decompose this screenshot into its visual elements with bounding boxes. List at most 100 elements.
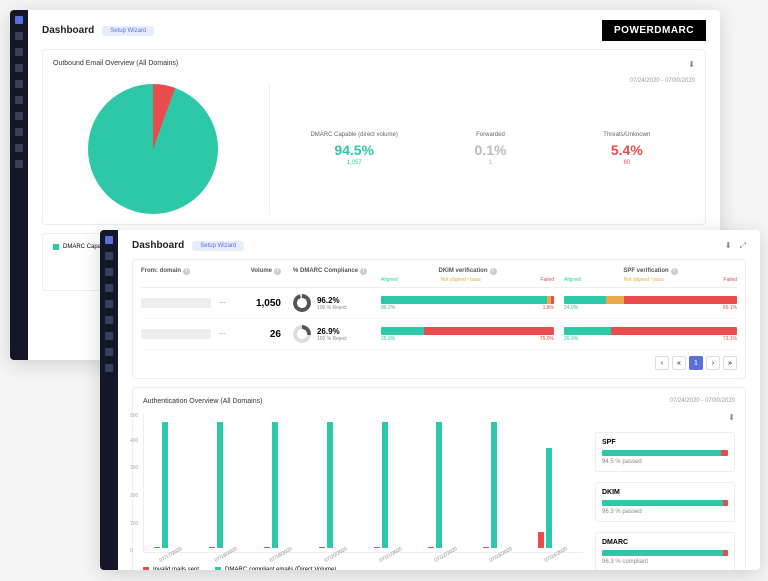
sidebar-item[interactable]: [105, 268, 113, 276]
download-icon[interactable]: ⬇: [688, 60, 695, 69]
bar: [209, 547, 215, 548]
bar-group: 07/19/2020: [264, 417, 299, 548]
sidebar: [100, 230, 118, 570]
domain-redacted: [141, 329, 211, 339]
dkim-stat: DKIM 96.3 % passed: [595, 482, 735, 522]
sidebar-item[interactable]: [105, 348, 113, 356]
expand-icon[interactable]: ⤢: [740, 241, 746, 251]
sidebar-item[interactable]: [15, 144, 23, 152]
page-title: Dashboard: [132, 240, 184, 251]
x-tick-label: 07/17/2020: [159, 546, 184, 564]
sidebar-item[interactable]: [15, 48, 23, 56]
chart-legend: Invalid mails sent DMARC compliant email…: [143, 567, 583, 570]
sidebar-item[interactable]: [15, 160, 23, 168]
info-icon[interactable]: i: [490, 268, 497, 275]
main-content: Dashboard Setup Wizard ⬇ ⤢ From: domaini…: [118, 230, 760, 570]
bar: [436, 422, 442, 548]
stat-threats: Threats/Unknown 5.4% 60: [559, 132, 695, 166]
date-range: 07/24/2020 - 07/30/2020: [670, 398, 735, 405]
bar-group: 07/20/2020: [319, 417, 354, 548]
table-header-row: From: domaini Volumei % DMARC Compliance…: [141, 268, 737, 288]
legend-swatch: [53, 244, 59, 250]
bar-chart: 0 100 200 300 400 500 07/17/202007/18/20…: [143, 413, 583, 553]
pagination: ‹ « 1 › »: [141, 356, 737, 370]
outbound-overview-card: Outbound Email Overview (All Domains) ⬇ …: [42, 49, 706, 225]
bar: [428, 547, 434, 548]
download-icon[interactable]: ⬇: [728, 413, 735, 422]
sidebar-item[interactable]: [15, 64, 23, 72]
sidebar-item[interactable]: [15, 112, 23, 120]
page-prev-button[interactable]: ‹: [655, 356, 669, 370]
sidebar-item[interactable]: [15, 128, 23, 136]
volume-value: 1,050: [231, 298, 281, 309]
info-icon[interactable]: i: [183, 268, 190, 275]
bar: [217, 422, 223, 548]
sidebar-item[interactable]: [105, 316, 113, 324]
page-first-button[interactable]: «: [672, 356, 686, 370]
card-title: Outbound Email Overview (All Domains): [53, 60, 178, 69]
sidebar-item[interactable]: [105, 300, 113, 308]
domain-redacted: [141, 298, 211, 308]
sidebar-item-dashboard[interactable]: [105, 236, 113, 244]
info-icon[interactable]: i: [671, 268, 678, 275]
bar: [538, 532, 544, 548]
x-tick-label: 07/19/2020: [269, 546, 294, 564]
sidebar-item[interactable]: [105, 332, 113, 340]
bar-group: 07/18/2020: [209, 417, 244, 548]
dkim-bar: [381, 296, 554, 304]
table-row[interactable]: ⋯ 1,050 96.2% 100 % Reject: [141, 288, 737, 319]
page-title: Dashboard: [42, 25, 94, 36]
row-menu-button[interactable]: ⋯: [215, 299, 230, 307]
x-tick-label: 07/22/2020: [433, 546, 458, 564]
bar-group: 07/23/2020: [483, 417, 518, 548]
side-stats: ⬇ SPF 94.5 % passed DKIM 96.3 % passed D…: [595, 413, 735, 570]
page-header: Dashboard Setup Wizard ⬇ ⤢: [132, 240, 746, 251]
sidebar-item[interactable]: [105, 284, 113, 292]
bar-group: 07/21/2020: [374, 417, 409, 548]
bar: [491, 422, 497, 548]
donut-chart: [293, 294, 311, 312]
x-tick-label: 07/21/2020: [379, 546, 404, 564]
x-tick-label: 07/23/2020: [488, 546, 513, 564]
bar: [162, 422, 168, 548]
bar: [483, 547, 489, 548]
stat-dmarc-capable: DMARC Capable (direct volume) 94.5% 1,05…: [286, 132, 422, 166]
sidebar-item-dashboard[interactable]: [15, 16, 23, 24]
sidebar-item[interactable]: [15, 96, 23, 104]
table-row[interactable]: ⋯ 26 26.9% 100 % Reject 25: [141, 319, 737, 350]
spf-bar: [564, 296, 737, 304]
stat-forwarded: Forwarded 0.1% 1: [422, 132, 558, 166]
card-title: Authentication Overview (All Domains): [143, 398, 262, 405]
legend-swatch: [215, 567, 221, 570]
page-last-button[interactable]: »: [723, 356, 737, 370]
bar: [382, 422, 388, 548]
bar: [319, 547, 325, 548]
page-next-button[interactable]: ›: [706, 356, 720, 370]
spf-stat: SPF 94.5 % passed: [595, 432, 735, 472]
setup-wizard-button[interactable]: Setup Wizard: [192, 241, 244, 251]
download-icon[interactable]: ⬇: [725, 241, 732, 250]
x-tick-label: 07/18/2020: [214, 546, 239, 564]
sidebar-item[interactable]: [15, 32, 23, 40]
bar: [327, 422, 333, 548]
row-menu-button[interactable]: ⋯: [215, 330, 230, 338]
bar-group: 07/17/2020: [154, 417, 189, 548]
bar: [546, 448, 552, 548]
bar: [154, 547, 160, 548]
sidebar-item[interactable]: [105, 364, 113, 372]
page-1-button[interactable]: 1: [689, 356, 703, 370]
sidebar-item[interactable]: [15, 80, 23, 88]
dkim-bar: [381, 327, 554, 335]
sidebar-item[interactable]: [105, 252, 113, 260]
page-header: Dashboard Setup Wizard POWERDMARC: [42, 20, 706, 41]
bar-group: 07/22/2020: [428, 417, 463, 548]
setup-wizard-button[interactable]: Setup Wizard: [102, 26, 154, 36]
dashboard-window-2: Dashboard Setup Wizard ⬇ ⤢ From: domaini…: [100, 230, 760, 570]
pie-chart: [53, 84, 253, 214]
overview-stats: DMARC Capable (direct volume) 94.5% 1,05…: [269, 84, 695, 214]
info-icon[interactable]: i: [274, 268, 281, 275]
brand-logo: POWERDMARC: [602, 20, 706, 41]
x-tick-label: 07/24/2020: [543, 546, 568, 564]
info-icon[interactable]: i: [360, 268, 367, 275]
dmarc-stat: DMARC 96.3 % compliant: [595, 532, 735, 570]
